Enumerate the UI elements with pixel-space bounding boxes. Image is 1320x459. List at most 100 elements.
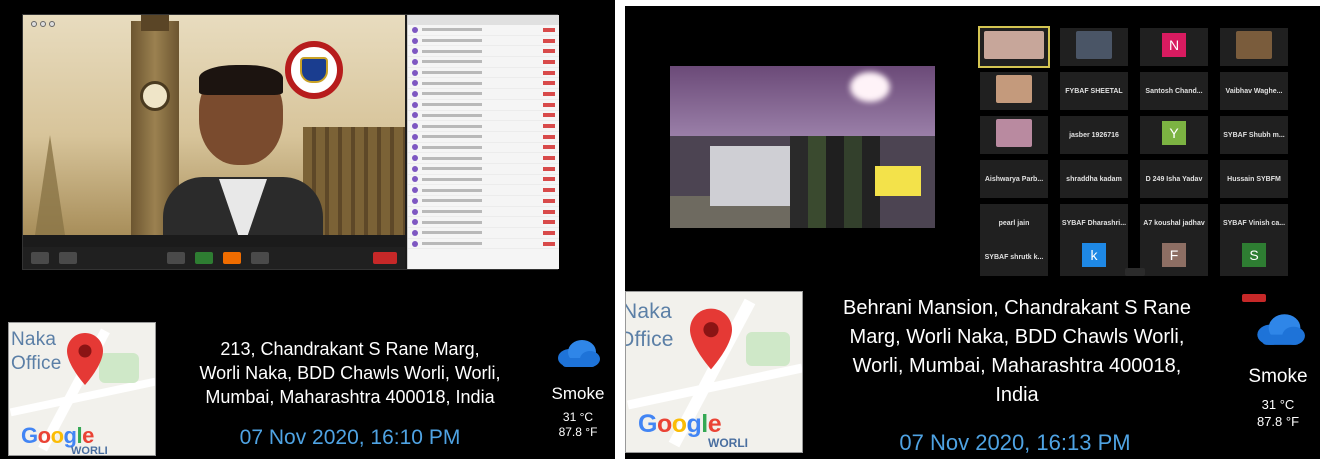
participant-row[interactable] bbox=[408, 196, 559, 207]
address-line: Mumbai, Maharashtra 400018, India bbox=[205, 387, 495, 407]
temperature-fahrenheit: 87.8 °F bbox=[1256, 414, 1300, 429]
participant-tile[interactable]: A7 koushal jadhav bbox=[1140, 204, 1208, 242]
share-screen-button[interactable] bbox=[195, 252, 213, 264]
participant-row[interactable] bbox=[408, 132, 559, 143]
participant-tile[interactable]: Santosh Chand... bbox=[1140, 72, 1208, 110]
google-logo: Google bbox=[638, 410, 722, 438]
participant-tile[interactable]: S bbox=[1220, 238, 1288, 276]
participant-tile[interactable] bbox=[980, 116, 1048, 154]
address-line: Marg, Worli Naka, BDD Chawls Worli, bbox=[849, 326, 1185, 348]
right-screenshot-panel: N FYBAF SHEETAL Santosh Chand... Vaibhav… bbox=[625, 6, 1320, 459]
participant-tile[interactable] bbox=[1060, 28, 1128, 66]
participant-row[interactable] bbox=[408, 121, 559, 132]
participant-avatar-letter: Y bbox=[1162, 121, 1186, 145]
participant-name: FYBAF SHEETAL bbox=[1065, 87, 1123, 95]
participant-avatar-letter: S bbox=[1242, 243, 1266, 267]
participant-row[interactable] bbox=[408, 207, 559, 218]
participants-button[interactable] bbox=[167, 252, 185, 264]
cloud-icon bbox=[1257, 314, 1305, 345]
map-place-label: Office bbox=[11, 353, 62, 374]
participant-row[interactable] bbox=[408, 217, 559, 229]
participant-tile[interactable]: Hussain SYBFM bbox=[1220, 160, 1288, 198]
map-place-label: Office bbox=[626, 328, 674, 351]
participant-tile[interactable]: pearl jain bbox=[980, 204, 1048, 242]
participant-row[interactable] bbox=[408, 57, 559, 68]
address-line: Worli Naka, BDD Chawls Worli, Worli, bbox=[199, 363, 501, 383]
participant-name: pearl jain bbox=[998, 219, 1030, 227]
participant-tile[interactable]: Vaibhav Waghe... bbox=[1220, 72, 1288, 110]
participants-header bbox=[408, 15, 559, 25]
reactions-button[interactable] bbox=[251, 252, 269, 264]
participant-row[interactable] bbox=[408, 36, 559, 47]
participant-avatar-letter: k bbox=[1082, 243, 1106, 267]
participant-row[interactable] bbox=[408, 111, 559, 122]
participant-row[interactable] bbox=[408, 78, 559, 90]
participant-row[interactable] bbox=[408, 143, 559, 154]
participant-row[interactable] bbox=[408, 164, 559, 175]
map-area-label: WORLI bbox=[71, 445, 108, 456]
left-screenshot-panel: Naka Office Google WORLI 213, Chandrakan… bbox=[0, 0, 615, 459]
address-line: Behrani Mansion, Chandrakant S Rane bbox=[843, 297, 1191, 319]
grid-page-toggle[interactable] bbox=[1125, 268, 1145, 276]
gps-address: 213, Chandrakant S Rane Marg, Worli Naka… bbox=[170, 337, 530, 409]
participant-row[interactable] bbox=[408, 228, 559, 239]
participant-row[interactable] bbox=[408, 175, 559, 186]
participant-name: D 249 Isha Yadav bbox=[1145, 175, 1203, 183]
participant-row[interactable] bbox=[408, 89, 559, 100]
participant-tile[interactable]: N bbox=[1140, 28, 1208, 66]
participant-name: SYBAF Shubh m... bbox=[1223, 131, 1285, 139]
video-call-window bbox=[22, 14, 559, 270]
participant-name: shraddha kadam bbox=[1066, 175, 1122, 183]
video-button[interactable] bbox=[59, 252, 77, 264]
participant-tile[interactable] bbox=[978, 26, 1050, 68]
participant-tile[interactable]: Y bbox=[1140, 116, 1208, 154]
participant-tile[interactable]: SYBAF Shubh m... bbox=[1220, 116, 1288, 154]
participant-tile[interactable]: SYBAF Vinish ca... bbox=[1220, 204, 1288, 242]
participant-tile[interactable]: SYBAF shrutk k... bbox=[980, 238, 1048, 276]
participant-photo bbox=[1076, 31, 1112, 59]
participant-name: jasber 1926716 bbox=[1069, 131, 1119, 139]
participant-row[interactable] bbox=[408, 68, 559, 79]
participant-name: SYBAF Vinish ca... bbox=[1222, 219, 1286, 227]
participant-photo bbox=[996, 119, 1032, 147]
address-line: 213, Chandrakant S Rane Marg, bbox=[220, 339, 480, 359]
mute-button[interactable] bbox=[31, 252, 49, 264]
gps-address: Behrani Mansion, Chandrakant S Rane Marg… bbox=[807, 294, 1227, 410]
end-meeting-button[interactable] bbox=[373, 252, 397, 264]
participant-photo bbox=[984, 31, 1044, 59]
temperature-celsius: 31 °C bbox=[1261, 397, 1295, 412]
address-line: Worli, Mumbai, Maharashtra 400018, bbox=[852, 355, 1182, 377]
participant-row[interactable] bbox=[408, 46, 559, 58]
participant-tile[interactable]: F bbox=[1140, 238, 1208, 276]
participant-tile[interactable]: Aishwarya Parb... bbox=[980, 160, 1048, 198]
gps-timestamp: 07 Nov 2020, 16:10 PM bbox=[239, 426, 461, 449]
participant-tile[interactable] bbox=[980, 72, 1048, 110]
location-map-thumbnail: Naka Office Google WORLI bbox=[625, 291, 803, 453]
map-place-label: Naka bbox=[625, 300, 672, 323]
participant-name: Aishwarya Parb... bbox=[984, 175, 1044, 183]
participant-tile[interactable]: shraddha kadam bbox=[1060, 160, 1128, 198]
participant-avatar-letter: F bbox=[1162, 243, 1186, 267]
window-controls[interactable] bbox=[31, 21, 55, 27]
shared-video-feed bbox=[670, 66, 935, 228]
weather-condition: Smoke bbox=[551, 384, 605, 403]
participant-tile[interactable]: SYBAF Dharashri... bbox=[1060, 204, 1128, 242]
record-button[interactable] bbox=[223, 252, 241, 264]
participant-row[interactable] bbox=[408, 100, 559, 111]
participant-tile[interactable]: k bbox=[1060, 238, 1128, 276]
participant-row[interactable] bbox=[408, 25, 559, 36]
map-pin-icon bbox=[690, 308, 732, 370]
participant-tile[interactable]: FYBAF SHEETAL bbox=[1060, 72, 1128, 110]
participant-row[interactable] bbox=[408, 153, 559, 164]
weather-widget: Smoke 31 °C 87.8 °F bbox=[1239, 366, 1317, 430]
participant-name: Santosh Chand... bbox=[1145, 87, 1203, 95]
participant-tile[interactable]: jasber 1926716 bbox=[1060, 116, 1128, 154]
participant-name: SYBAF shrutk k... bbox=[984, 253, 1044, 261]
participant-tile[interactable] bbox=[1220, 28, 1288, 66]
participant-row[interactable] bbox=[408, 185, 559, 196]
temperature-fahrenheit: 87.8 °F bbox=[558, 425, 598, 439]
participant-avatar-letter: N bbox=[1162, 33, 1186, 57]
participant-tile[interactable]: D 249 Isha Yadav bbox=[1140, 160, 1208, 198]
participant-row[interactable] bbox=[408, 239, 559, 250]
participant-photo bbox=[996, 75, 1032, 103]
